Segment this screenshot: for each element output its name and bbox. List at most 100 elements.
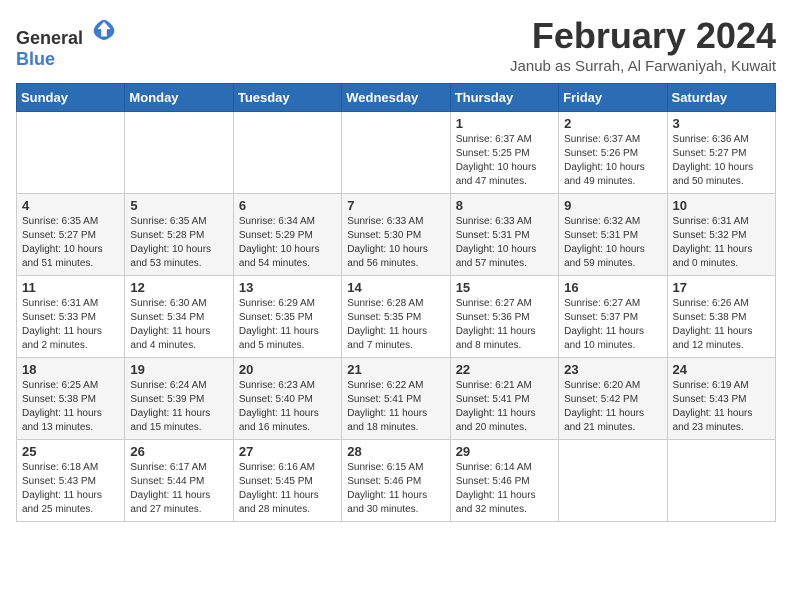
day-info: Sunrise: 6:33 AM Sunset: 5:30 PM Dayligh… [347,215,444,271]
calendar-cell: 9Sunrise: 6:32 AM Sunset: 5:31 PM Daylig… [559,193,667,275]
header-tuesday: Tuesday [233,83,341,111]
calendar-cell: 6 Sunrise: 6:34 AM Sunset: 5:29 PM Daylig… [233,193,341,275]
calendar-cell: 13 Sunrise: 6:29 AM Sunset: 5:35 PM Dayli… [233,275,341,357]
day-number: 21 [347,362,444,377]
day-number: 28 [347,444,444,459]
day-number: 16 [564,280,661,295]
header-monday: Monday [125,83,233,111]
day-info: Sunrise: 6:26 AM Sunset: 5:38 PM Dayligh… [673,297,770,353]
day-number: 25 [22,444,119,459]
day-info: Sunrise: 6:37 AM Sunset: 5:25 PM Dayligh… [456,133,553,189]
week-row-4: 18 Sunrise: 6:25 AM Sunset: 5:38 PM Dayli… [17,357,776,439]
calendar-cell: 7 Sunrise: 6:33 AM Sunset: 5:30 PM Daylig… [342,193,450,275]
calendar-cell: 16 Sunrise: 6:27 AM Sunset: 5:37 PM Dayli… [559,275,667,357]
header-sunday: Sunday [17,83,125,111]
day-number: 23 [564,362,661,377]
logo-general: General [16,28,83,48]
calendar-cell: 2 Sunrise: 6:37 AM Sunset: 5:26 PM Daylig… [559,111,667,193]
day-number: 29 [456,444,553,459]
week-row-2: 4Sunrise: 6:35 AM Sunset: 5:27 PM Daylig… [17,193,776,275]
days-header-row: SundayMondayTuesdayWednesdayThursdayFrid… [17,83,776,111]
day-number: 7 [347,198,444,213]
day-number: 24 [673,362,770,377]
logo: General Blue [16,16,118,70]
day-info: Sunrise: 6:37 AM Sunset: 5:26 PM Dayligh… [564,133,661,189]
calendar-cell: 14Sunrise: 6:28 AM Sunset: 5:35 PM Dayli… [342,275,450,357]
title-section: February 2024 Janub as Surrah, Al Farwan… [510,16,776,75]
calendar-cell: 27Sunrise: 6:16 AM Sunset: 5:45 PM Dayli… [233,439,341,521]
header-thursday: Thursday [450,83,558,111]
calendar-cell: 20Sunrise: 6:23 AM Sunset: 5:40 PM Dayli… [233,357,341,439]
day-info: Sunrise: 6:27 AM Sunset: 5:37 PM Dayligh… [564,297,661,353]
day-info: Sunrise: 6:17 AM Sunset: 5:44 PM Dayligh… [130,461,227,517]
day-info: Sunrise: 6:35 AM Sunset: 5:27 PM Dayligh… [22,215,119,271]
calendar-cell [17,111,125,193]
calendar-cell: 26 Sunrise: 6:17 AM Sunset: 5:44 PM Dayli… [125,439,233,521]
day-info: Sunrise: 6:19 AM Sunset: 5:43 PM Dayligh… [673,379,770,435]
day-info: Sunrise: 6:36 AM Sunset: 5:27 PM Dayligh… [673,133,770,189]
header-wednesday: Wednesday [342,83,450,111]
calendar-cell: 29 Sunrise: 6:14 AM Sunset: 5:46 PM Dayli… [450,439,558,521]
day-info: Sunrise: 6:31 AM Sunset: 5:33 PM Dayligh… [22,297,119,353]
day-number: 26 [130,444,227,459]
day-number: 6 [239,198,336,213]
header-saturday: Saturday [667,83,775,111]
page-header: General Blue February 2024 Janub as Surr… [16,16,776,75]
day-number: 15 [456,280,553,295]
day-info: Sunrise: 6:22 AM Sunset: 5:41 PM Dayligh… [347,379,444,435]
day-number: 1 [456,116,553,131]
day-info: Sunrise: 6:29 AM Sunset: 5:35 PM Dayligh… [239,297,336,353]
week-row-1: 1 Sunrise: 6:37 AM Sunset: 5:25 PM Daylig… [17,111,776,193]
day-number: 27 [239,444,336,459]
day-number: 12 [130,280,227,295]
calendar-cell [233,111,341,193]
header-friday: Friday [559,83,667,111]
calendar-cell: 1 Sunrise: 6:37 AM Sunset: 5:25 PM Daylig… [450,111,558,193]
calendar-subtitle: Janub as Surrah, Al Farwaniyah, Kuwait [510,58,776,75]
calendar-cell: 15 Sunrise: 6:27 AM Sunset: 5:36 PM Dayli… [450,275,558,357]
calendar-cell [559,439,667,521]
day-info: Sunrise: 6:25 AM Sunset: 5:38 PM Dayligh… [22,379,119,435]
calendar-cell: 24 Sunrise: 6:19 AM Sunset: 5:43 PM Dayli… [667,357,775,439]
calendar-cell: 18 Sunrise: 6:25 AM Sunset: 5:38 PM Dayli… [17,357,125,439]
calendar-cell: 4Sunrise: 6:35 AM Sunset: 5:27 PM Daylig… [17,193,125,275]
calendar-cell: 25Sunrise: 6:18 AM Sunset: 5:43 PM Dayli… [17,439,125,521]
day-info: Sunrise: 6:32 AM Sunset: 5:31 PM Dayligh… [564,215,661,271]
calendar-cell: 8Sunrise: 6:33 AM Sunset: 5:31 PM Daylig… [450,193,558,275]
calendar-cell: 21 Sunrise: 6:22 AM Sunset: 5:41 PM Dayli… [342,357,450,439]
day-number: 14 [347,280,444,295]
day-number: 10 [673,198,770,213]
calendar-cell: 5Sunrise: 6:35 AM Sunset: 5:28 PM Daylig… [125,193,233,275]
day-number: 13 [239,280,336,295]
day-info: Sunrise: 6:20 AM Sunset: 5:42 PM Dayligh… [564,379,661,435]
day-number: 22 [456,362,553,377]
day-number: 5 [130,198,227,213]
calendar-table: SundayMondayTuesdayWednesdayThursdayFrid… [16,83,776,522]
calendar-cell [667,439,775,521]
day-info: Sunrise: 6:34 AM Sunset: 5:29 PM Dayligh… [239,215,336,271]
week-row-5: 25Sunrise: 6:18 AM Sunset: 5:43 PM Dayli… [17,439,776,521]
calendar-cell: 23 Sunrise: 6:20 AM Sunset: 5:42 PM Dayli… [559,357,667,439]
calendar-cell [342,111,450,193]
day-number: 2 [564,116,661,131]
day-number: 20 [239,362,336,377]
calendar-cell: 19 Sunrise: 6:24 AM Sunset: 5:39 PM Dayli… [125,357,233,439]
day-number: 17 [673,280,770,295]
day-info: Sunrise: 6:14 AM Sunset: 5:46 PM Dayligh… [456,461,553,517]
day-info: Sunrise: 6:31 AM Sunset: 5:32 PM Dayligh… [673,215,770,271]
calendar-cell: 11 Sunrise: 6:31 AM Sunset: 5:33 PM Dayli… [17,275,125,357]
calendar-cell: 3 Sunrise: 6:36 AM Sunset: 5:27 PM Daylig… [667,111,775,193]
day-number: 18 [22,362,119,377]
day-number: 11 [22,280,119,295]
calendar-cell: 22 Sunrise: 6:21 AM Sunset: 5:41 PM Dayli… [450,357,558,439]
day-number: 3 [673,116,770,131]
calendar-cell: 10 Sunrise: 6:31 AM Sunset: 5:32 PM Dayli… [667,193,775,275]
day-info: Sunrise: 6:33 AM Sunset: 5:31 PM Dayligh… [456,215,553,271]
day-info: Sunrise: 6:21 AM Sunset: 5:41 PM Dayligh… [456,379,553,435]
day-info: Sunrise: 6:30 AM Sunset: 5:34 PM Dayligh… [130,297,227,353]
day-info: Sunrise: 6:27 AM Sunset: 5:36 PM Dayligh… [456,297,553,353]
calendar-cell: 28Sunrise: 6:15 AM Sunset: 5:46 PM Dayli… [342,439,450,521]
day-number: 19 [130,362,227,377]
day-info: Sunrise: 6:24 AM Sunset: 5:39 PM Dayligh… [130,379,227,435]
calendar-title: February 2024 [510,16,776,56]
